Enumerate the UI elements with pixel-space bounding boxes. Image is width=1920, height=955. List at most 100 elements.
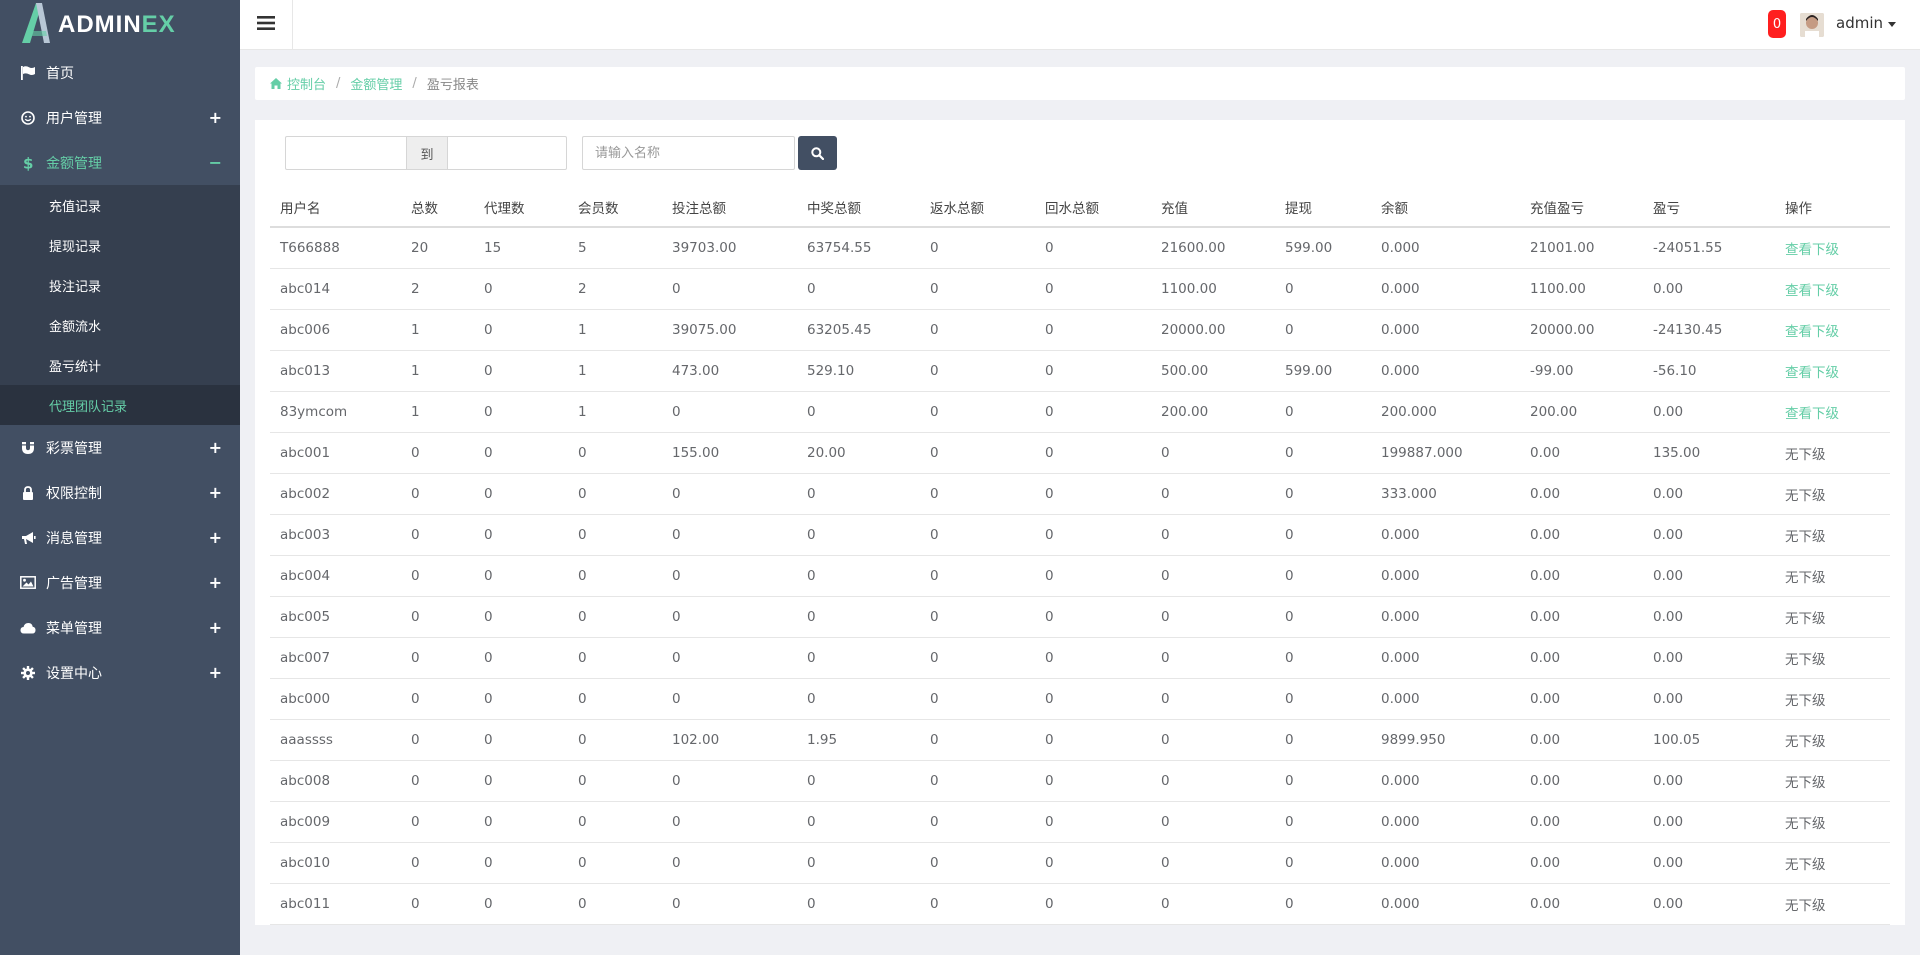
sidebar-item-label: 广告管理 xyxy=(46,575,102,592)
table-cell: 0 xyxy=(474,473,568,515)
table-cell: 0.00 xyxy=(1643,391,1775,433)
expand-icon[interactable]: + xyxy=(209,483,222,502)
table-cell: 39703.00 xyxy=(662,227,797,269)
avatar[interactable] xyxy=(1800,13,1824,37)
table-cell: 0 xyxy=(474,268,568,310)
sidebar-item-4[interactable]: 权限控制 + xyxy=(0,470,240,515)
table-cell: 599.00 xyxy=(1275,350,1371,392)
action-cell: 查看下级 xyxy=(1775,350,1890,392)
table-cell: 0 xyxy=(1035,678,1151,720)
table-cell: 0 xyxy=(474,760,568,802)
no-subordinates-text: 无下级 xyxy=(1775,637,1890,679)
smile-icon xyxy=(20,110,36,126)
sidebar-item-1[interactable]: 用户管理 + xyxy=(0,95,240,140)
view-subordinates-link[interactable]: 查看下级 xyxy=(1785,283,1839,299)
table-cell: 0 xyxy=(797,596,920,638)
chevron-down-icon[interactable] xyxy=(1888,22,1896,27)
collapse-icon[interactable]: − xyxy=(209,153,222,172)
submenu-item-1[interactable]: 提现记录 xyxy=(0,225,240,265)
table-cell: 0.00 xyxy=(1643,555,1775,597)
expand-icon[interactable]: + xyxy=(209,618,222,637)
table-cell: 0 xyxy=(568,760,662,802)
sidebar-item-0[interactable]: 首页 xyxy=(0,50,240,95)
sidebar-item-6[interactable]: 广告管理 + xyxy=(0,560,240,605)
table-cell: 0 xyxy=(1151,801,1275,843)
sidebar-item-7[interactable]: 菜单管理 + xyxy=(0,605,240,650)
table-row: abc002 0 0 0 0 0 0 0 0 0 333.000 0.00 0.00 无下级 xyxy=(270,473,1890,515)
table-cell: 0 xyxy=(1151,473,1275,515)
logo[interactable]: ADMINEX xyxy=(0,0,240,50)
table-cell: 0 xyxy=(1151,432,1275,474)
home-icon xyxy=(270,78,282,89)
table-cell: 0 xyxy=(797,268,920,310)
date-from-input[interactable] xyxy=(285,136,407,170)
table-cell: 0 xyxy=(568,555,662,597)
column-header: 用户名 xyxy=(270,188,401,228)
expand-icon[interactable]: + xyxy=(209,108,222,127)
table-cell: abc011 xyxy=(270,883,401,925)
expand-icon[interactable]: + xyxy=(209,573,222,592)
sidebar-item-3[interactable]: 彩票管理 + xyxy=(0,425,240,470)
table-cell: 2 xyxy=(568,268,662,310)
breadcrumb-section-link[interactable]: 金额管理 xyxy=(350,74,402,93)
table-cell: 21001.00 xyxy=(1520,227,1643,269)
table-cell: 63205.45 xyxy=(797,309,920,351)
sidebar-item-label: 金额管理 xyxy=(46,155,102,172)
table-cell: 1 xyxy=(401,309,474,351)
view-subordinates-link[interactable]: 查看下级 xyxy=(1785,324,1839,340)
table-cell: 0.000 xyxy=(1371,637,1520,679)
table-cell: 0.00 xyxy=(1520,842,1643,884)
table-cell: 1 xyxy=(401,350,474,392)
table-row: abc008 0 0 0 0 0 0 0 0 0 0.000 0.00 0.00 无下级 xyxy=(270,760,1890,802)
table-row: T666888 20 15 5 39703.00 63754.55 0 0 21600.00 59… xyxy=(270,227,1890,269)
column-header: 总数 xyxy=(401,188,474,228)
table-cell: 0 xyxy=(1035,309,1151,351)
breadcrumb-home-link[interactable]: 控制台 xyxy=(287,74,326,93)
table-row: abc003 0 0 0 0 0 0 0 0 0 0.000 0.00 0.00 无下级 xyxy=(270,514,1890,556)
sidebar-item-label: 消息管理 xyxy=(46,530,102,547)
sidebar-item-8[interactable]: 设置中心 + xyxy=(0,650,240,695)
breadcrumb: 控制台 / 金额管理 / 盈亏报表 xyxy=(255,67,1905,100)
flag-icon xyxy=(20,65,36,81)
column-header: 会员数 xyxy=(568,188,662,228)
table-cell: 0 xyxy=(662,678,797,720)
table-cell: 0 xyxy=(568,842,662,884)
name-search-input[interactable] xyxy=(582,136,795,170)
table-cell: 135.00 xyxy=(1643,432,1775,474)
notification-badge[interactable]: 0 xyxy=(1768,10,1786,38)
submenu-item-3[interactable]: 金额流水 xyxy=(0,305,240,345)
search-button[interactable] xyxy=(798,136,837,170)
table-cell: 0 xyxy=(568,883,662,925)
user-menu-name[interactable]: admin xyxy=(1836,14,1883,32)
table-cell: 0 xyxy=(1035,473,1151,515)
expand-icon[interactable]: + xyxy=(209,528,222,547)
expand-icon[interactable]: + xyxy=(209,438,222,457)
table-cell: 0 xyxy=(401,678,474,720)
submenu-item-2[interactable]: 投注记录 xyxy=(0,265,240,305)
submenu-item-4[interactable]: 盈亏统计 xyxy=(0,345,240,385)
table-cell: 0.000 xyxy=(1371,309,1520,351)
table-cell: abc013 xyxy=(270,350,401,392)
table-cell: 0 xyxy=(474,555,568,597)
sidebar-item-2[interactable]: $ 金额管理 − xyxy=(0,140,240,185)
date-to-input[interactable] xyxy=(447,136,567,170)
table-cell: 100.05 xyxy=(1643,719,1775,761)
breadcrumb-separator: / xyxy=(412,76,417,91)
menu-toggle-button[interactable] xyxy=(240,0,293,50)
table-cell: 0 xyxy=(474,842,568,884)
table-cell: 0.000 xyxy=(1371,350,1520,392)
view-subordinates-link[interactable]: 查看下级 xyxy=(1785,242,1839,258)
expand-icon[interactable]: + xyxy=(209,663,222,682)
table-cell: 102.00 xyxy=(662,719,797,761)
table-cell: 0 xyxy=(920,309,1035,351)
view-subordinates-link[interactable]: 查看下级 xyxy=(1785,365,1839,381)
no-subordinates-text: 无下级 xyxy=(1775,596,1890,638)
view-subordinates-link[interactable]: 查看下级 xyxy=(1785,406,1839,422)
search-icon xyxy=(811,146,824,160)
table-cell: 0 xyxy=(1275,391,1371,433)
table-cell: 0 xyxy=(1275,801,1371,843)
submenu-item-5[interactable]: 代理团队记录 xyxy=(0,385,240,425)
sidebar-item-5[interactable]: 消息管理 + xyxy=(0,515,240,560)
submenu-item-0[interactable]: 充值记录 xyxy=(0,185,240,225)
table-cell: 0 xyxy=(1151,555,1275,597)
